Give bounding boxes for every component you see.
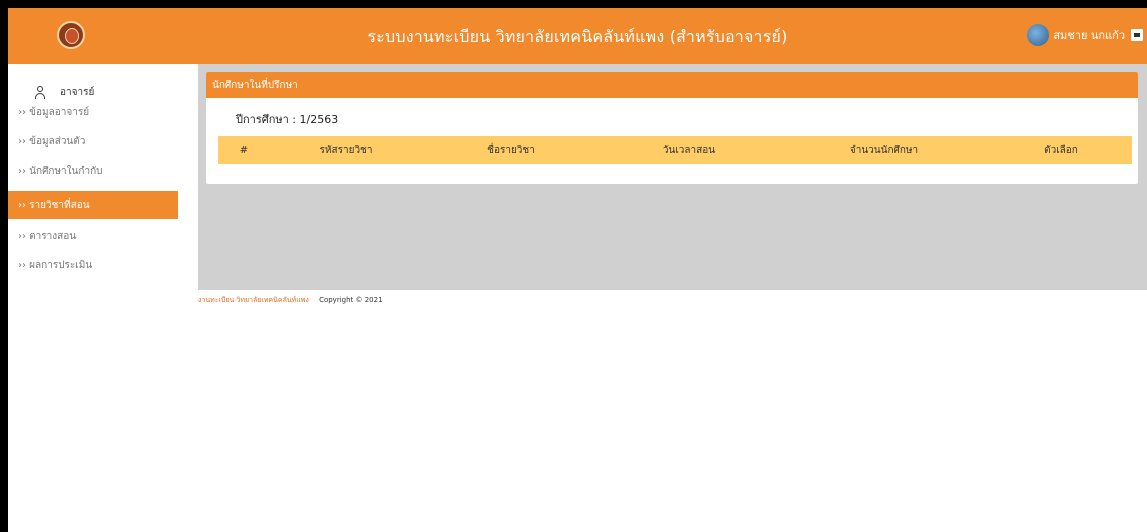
col-course-code: รหัสรายวิชา: [270, 136, 422, 164]
academic-year: ปีการศึกษา : 1/2563: [236, 113, 339, 126]
sidebar-item-supervised-students[interactable]: ›› นักศึกษาในกำกับ: [8, 157, 178, 185]
col-index: #: [218, 136, 270, 164]
sidebar-item-label: ›› ตารางสอน: [18, 230, 77, 242]
sidebar-item-courses-taught[interactable]: ›› รายวิชาที่สอน: [8, 191, 178, 219]
top-bar: ระบบงานทะเบียน วิทยาลัยเทคนิคลันท์แพง (ส…: [8, 8, 1147, 64]
sidebar-item-label: ›› นักศึกษาในกำกับ: [18, 165, 103, 177]
screen: ระบบงานทะเบียน วิทยาลัยเทคนิคลันท์แพง (ส…: [8, 8, 1147, 532]
table-empty-row: [218, 164, 1132, 178]
courses-table: # รหัสรายวิชา ชื่อรายวิชา วันเวลาสอน จำน…: [218, 136, 1132, 178]
courses-panel: นักศึกษาในที่ปรึกษา ปีการศึกษา : 1/2563 …: [206, 72, 1138, 184]
logout-icon[interactable]: [1131, 29, 1143, 41]
sidebar-item-label: ›› ผลการประเมิน: [18, 259, 93, 271]
footer-copyright: Copyright © 2021: [319, 296, 383, 304]
sidebar: อาจารย์ ›› ข้อมูลอาจารย์ ›› ข้อมูลส่วนตั…: [8, 64, 197, 284]
col-course-name: ชื่อรายวิชา: [422, 136, 600, 164]
sidebar-item-label: ›› รายวิชาที่สอน: [18, 199, 90, 211]
col-student-count: จำนวนนักศึกษา: [778, 136, 990, 164]
sidebar-item-teacher-info[interactable]: ›› ข้อมูลอาจารย์: [8, 98, 178, 126]
table-header-row: # รหัสรายวิชา ชื่อรายวิชา วันเวลาสอน จำน…: [218, 136, 1132, 164]
sidebar-item-personal-info[interactable]: ›› ข้อมูลส่วนตัว: [8, 127, 178, 155]
sidebar-item-timetable[interactable]: ›› ตารางสอน: [8, 222, 178, 250]
avatar[interactable]: [1027, 24, 1050, 46]
sidebar-item-evaluation[interactable]: ›› ผลการประเมิน: [8, 251, 178, 279]
footer: งานทะเบียน วิทยาลัยเทคนิคลันท์แพง Copyri…: [198, 295, 383, 306]
panel-title: นักศึกษาในที่ปรึกษา: [206, 72, 1138, 98]
sidebar-item-label: ›› ข้อมูลอาจารย์: [18, 106, 90, 118]
user-name[interactable]: สมชาย นกแก้ว: [1053, 26, 1125, 44]
sidebar-item-label: ›› ข้อมูลส่วนตัว: [18, 135, 86, 147]
sidebar-heading: อาจารย์: [34, 85, 94, 99]
app-title: ระบบงานทะเบียน วิทยาลัยเทคนิคลันท์แพง (ส…: [367, 27, 788, 46]
person-icon: [34, 85, 46, 99]
user-menu[interactable]: สมชาย นกแก้ว: [1027, 24, 1143, 46]
col-options: ตัวเลือก: [990, 136, 1132, 164]
footer-org: งานทะเบียน วิทยาลัยเทคนิคลันท์แพง: [198, 296, 309, 304]
col-schedule: วันเวลาสอน: [600, 136, 778, 164]
